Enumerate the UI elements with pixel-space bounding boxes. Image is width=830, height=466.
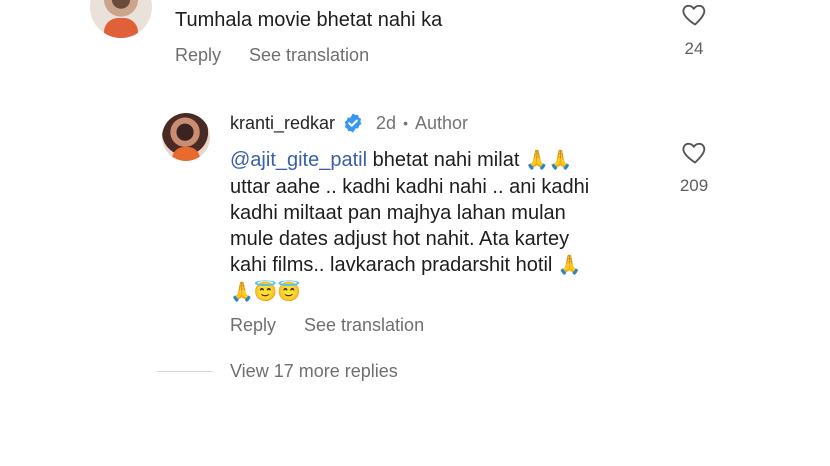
folded-hands-emoji: 🙏 bbox=[548, 150, 573, 171]
comment-age: 2d bbox=[376, 112, 397, 133]
reply-line-4: mule dates adjust hot nahit. Ata kartey bbox=[230, 228, 570, 250]
see-translation-button[interactable]: See translation bbox=[249, 45, 369, 66]
reply-line-1-text: bhetat nahi milat bbox=[367, 149, 525, 171]
reply-line-3: kadhi miltaat pan majhya lahan mulan bbox=[230, 202, 566, 224]
reply-line-1: @ajit_gite_patil bhetat nahi milat 🙏🙏 bbox=[230, 147, 650, 174]
comment-text: Tumhala movie bhetat nahi ka bbox=[175, 9, 443, 31]
reply-button[interactable]: Reply bbox=[230, 315, 276, 336]
commenter-avatar[interactable] bbox=[90, 0, 152, 38]
halo-smile-emoji: 😇 bbox=[253, 282, 278, 303]
like-count: 24 bbox=[684, 39, 704, 58]
reply-line-5: kahi films.. lavkarach pradarshit hotil … bbox=[230, 252, 650, 279]
like-heart-icon[interactable] bbox=[680, 0, 710, 28]
reply-line-5-text: kahi films.. lavkarach pradarshit hotil bbox=[230, 254, 558, 276]
mention-link[interactable]: @ajit_gite_patil bbox=[230, 149, 367, 171]
comment-header: kranti_redkar 2d • Author bbox=[230, 112, 468, 134]
folded-hands-emoji: 🙏 bbox=[230, 282, 254, 303]
reply-body: @ajit_gite_patil bhetat nahi milat 🙏🙏 ut… bbox=[230, 147, 650, 306]
meta-separator: • bbox=[403, 115, 408, 131]
like-heart-icon[interactable] bbox=[680, 138, 710, 166]
author-label: Author bbox=[414, 112, 469, 133]
replies-divider bbox=[157, 371, 213, 372]
folded-hands-emoji: 🙏 bbox=[524, 150, 549, 171]
reply-line-6: 🙏😇😇 bbox=[230, 279, 650, 306]
folded-hands-emoji: 🙏 bbox=[557, 255, 582, 276]
halo-smile-emoji: 😇 bbox=[277, 282, 302, 303]
reply-line-2: uttar aahe .. kadhi kadhi nahi .. ani ka… bbox=[230, 176, 590, 198]
verified-badge-icon bbox=[344, 113, 362, 133]
like-count: 209 bbox=[679, 176, 709, 195]
see-translation-button[interactable]: See translation bbox=[304, 315, 424, 336]
reply-button[interactable]: Reply bbox=[175, 45, 221, 66]
username[interactable]: kranti_redkar bbox=[230, 113, 335, 134]
author-avatar[interactable] bbox=[162, 113, 210, 161]
view-more-replies-button[interactable]: View 17 more replies bbox=[230, 361, 398, 382]
